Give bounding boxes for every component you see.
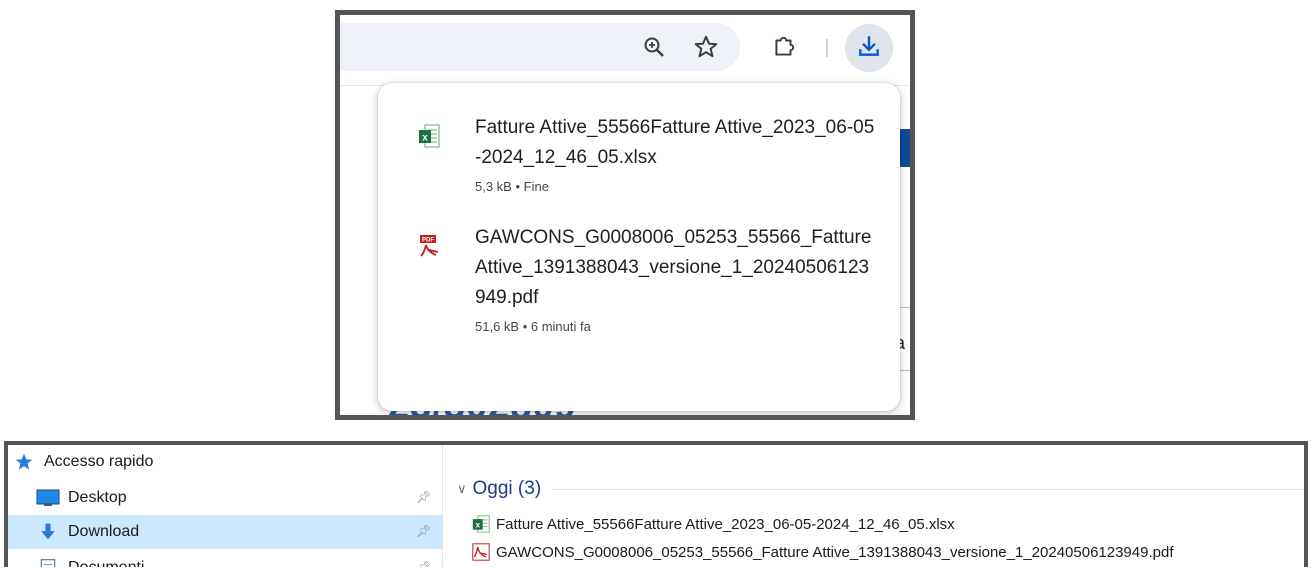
pdf-file-icon: PDF xyxy=(418,233,440,259)
download-icon xyxy=(856,33,882,64)
download-arrow-icon xyxy=(36,522,60,542)
nav-item-download[interactable]: Download 📌︎ xyxy=(8,515,442,549)
pin-icon[interactable]: 📌︎ xyxy=(416,490,431,504)
group-title: Oggi (3) xyxy=(472,478,542,499)
nav-item-desktop[interactable]: Desktop 📌︎ xyxy=(8,481,442,515)
toolbar-divider xyxy=(826,39,828,57)
file-row[interactable]: GAWCONS_G0008006_05253_55566_Fatture Att… xyxy=(472,543,1173,561)
nav-item-label: Accesso rapido xyxy=(44,453,154,470)
file-row[interactable]: x Fatture Attive_55566Fatture Attive_202… xyxy=(472,515,955,533)
excel-file-icon: x xyxy=(472,515,490,533)
downloads-button[interactable] xyxy=(845,24,893,72)
navigation-pane: Accesso rapido Desktop 📌︎ Download 📌︎ 📌︎ xyxy=(8,445,443,567)
pdf-file-icon xyxy=(472,543,490,561)
nav-item-label: Download xyxy=(68,523,140,540)
download-filename: GAWCONS_G0008006_05253_55566_Fatture Att… xyxy=(475,227,872,308)
nav-item-label: Documenti xyxy=(68,559,144,567)
extensions-puzzle-icon[interactable] xyxy=(770,33,798,61)
excel-file-icon: x xyxy=(418,123,440,149)
download-status: 51,6 kB • 6 minuti fa xyxy=(475,319,591,334)
zoom-icon[interactable] xyxy=(640,33,668,61)
group-header-today[interactable]: ∨ Oggi (3) xyxy=(457,478,1304,500)
downloads-panel: x Fatture Attive_55566Fatture Attive_202… xyxy=(378,83,900,411)
nav-item-quick-access[interactable]: Accesso rapido xyxy=(8,445,442,479)
download-filename: Fatture Attive_55566Fatture Attive_2023_… xyxy=(475,117,875,168)
star-icon xyxy=(12,452,36,472)
pin-icon[interactable]: 📌︎ xyxy=(416,560,431,567)
pin-icon[interactable]: 📌︎ xyxy=(416,524,431,538)
svg-text:PDF: PDF xyxy=(422,238,434,244)
browser-screenshot: za 23/302809 x Fatture Attive_55566Fattu… xyxy=(335,10,915,420)
svg-text:x: x xyxy=(475,521,480,530)
address-bar[interactable] xyxy=(340,23,740,71)
file-name: Fatture Attive_55566Fatture Attive_2023_… xyxy=(496,515,955,533)
svg-text:x: x xyxy=(422,133,428,144)
chevron-down-icon: ∨ xyxy=(457,481,467,496)
desktop-icon xyxy=(36,488,60,508)
browser-toolbar xyxy=(340,15,910,85)
bookmark-star-icon[interactable] xyxy=(692,33,720,61)
file-name: GAWCONS_G0008006_05253_55566_Fatture Att… xyxy=(496,543,1174,561)
download-status: 5,3 kB • Fine xyxy=(475,179,549,194)
group-divider xyxy=(553,488,1304,490)
nav-item-label: Desktop xyxy=(68,489,127,506)
documents-icon xyxy=(36,558,60,567)
nav-item-documents[interactable]: Documenti 📌︎ xyxy=(8,551,442,567)
file-list: ∨ Oggi (3) x Fatture Attive_55566Fatture… xyxy=(443,445,1304,567)
explorer-screenshot: Accesso rapido Desktop 📌︎ Download 📌︎ 📌︎… xyxy=(4,441,1308,567)
